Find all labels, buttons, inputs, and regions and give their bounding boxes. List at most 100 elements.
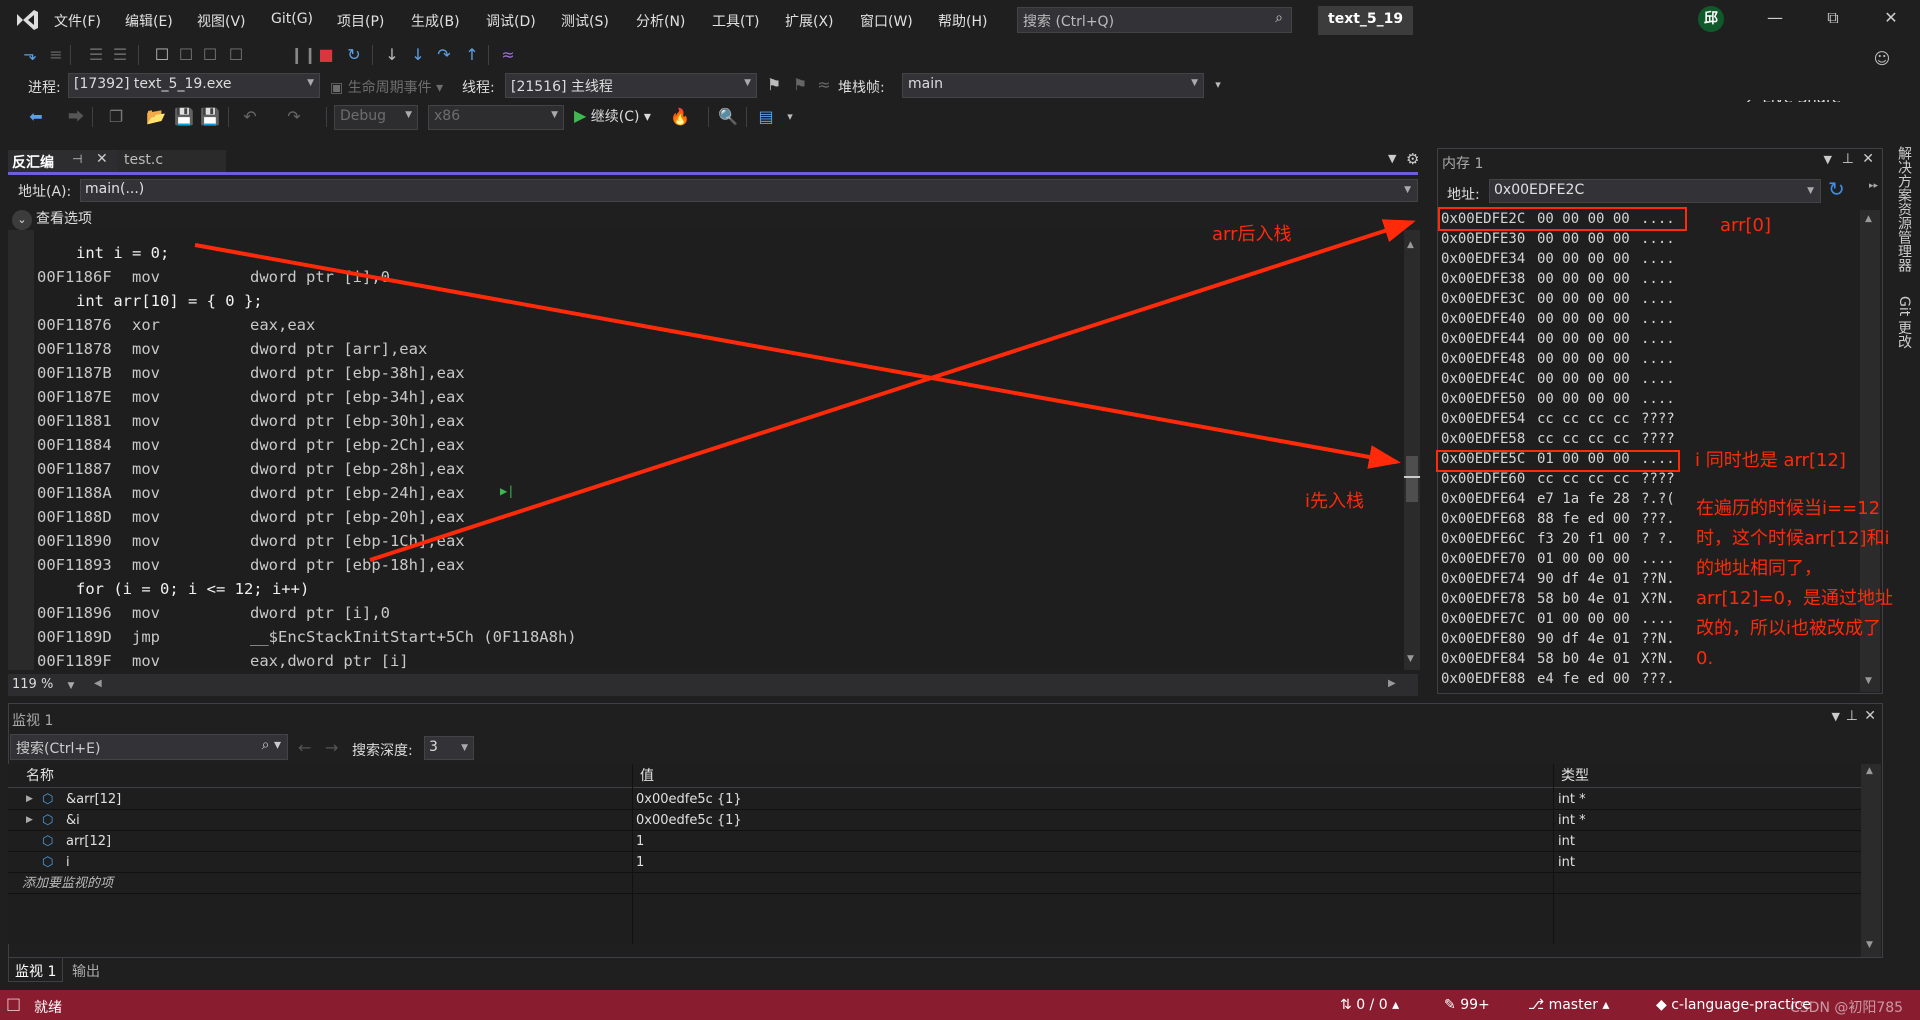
scroll-up-icon[interactable]: ▲ bbox=[1407, 240, 1414, 250]
view-options-toggle[interactable]: ⌄ 查看选项 bbox=[12, 208, 92, 230]
save-all-icon[interactable]: 💾 bbox=[200, 106, 220, 128]
navigate-back-icon[interactable]: ⬅ bbox=[26, 106, 46, 128]
watch-vertical-scrollbar[interactable]: ▲ ▼ bbox=[1861, 764, 1881, 957]
disassembly-code[interactable]: int i = 0; 00F1186F mov dword ptr [i],0 int … bbox=[34, 230, 1404, 670]
restore-icon[interactable]: ⧉ bbox=[1818, 8, 1848, 32]
notification-icon[interactable]: □ bbox=[6, 994, 21, 1013]
hot-reload-icon[interactable]: ≈ bbox=[498, 44, 518, 66]
sync-status[interactable]: ⇅ 0 / 0 ▴ bbox=[1340, 997, 1399, 1013]
flag-thread-icon[interactable]: ⚑ bbox=[764, 74, 784, 96]
step-into-icon[interactable]: ↓ bbox=[408, 44, 428, 66]
scroll-down-icon[interactable]: ▼ bbox=[1407, 654, 1414, 664]
column-name[interactable]: 名称 bbox=[20, 764, 54, 788]
disassembly-address-input[interactable]: main(...) ▼ bbox=[80, 179, 1418, 202]
process-select[interactable]: [17392] text_5_19.exe ▼ bbox=[68, 73, 320, 98]
flag-threads-icon[interactable]: ⚑ bbox=[790, 74, 810, 96]
show-threads-icon[interactable]: ≈ bbox=[814, 74, 834, 96]
close-icon[interactable]: ✕ bbox=[1876, 8, 1906, 32]
toolbar-overflow-icon[interactable]: ▾ bbox=[780, 106, 800, 128]
search-forward-icon[interactable]: → bbox=[325, 738, 338, 757]
pin-icon[interactable]: ⊥ bbox=[1846, 708, 1858, 724]
branch-selector[interactable]: ⎇ master ▴ bbox=[1528, 997, 1609, 1013]
thread-select[interactable]: [21516] 主线程 ▼ bbox=[505, 73, 757, 98]
gear-icon[interactable]: ⚙ bbox=[1406, 150, 1419, 168]
performance-profiler-icon[interactable]: 🔥 bbox=[670, 106, 690, 128]
watch-row[interactable]: ⬡ arr[12] 1 int bbox=[8, 831, 1861, 852]
add-watch-item[interactable]: 添加要监视的项 bbox=[8, 873, 1861, 894]
menu-git[interactable]: Git(G) bbox=[271, 11, 313, 27]
next-bookmark-icon[interactable]: ☐ bbox=[200, 44, 220, 66]
disassembly-vertical-scrollbar[interactable]: ▲ ▼ bbox=[1404, 230, 1420, 670]
column-type[interactable]: 类型 bbox=[1555, 764, 1589, 788]
pin-icon[interactable]: ⊣ bbox=[72, 152, 82, 166]
panel-dropdown-icon[interactable]: ▼ bbox=[1832, 710, 1840, 723]
minimize-icon[interactable]: — bbox=[1760, 8, 1790, 32]
menu-help[interactable]: 帮助(H) bbox=[938, 11, 987, 31]
step-over-icon[interactable]: ↷ bbox=[434, 44, 454, 66]
continue-button[interactable]: ▶ 继续(C) ▾ bbox=[574, 106, 651, 126]
avatar[interactable]: 邱 bbox=[1698, 6, 1724, 32]
clear-bookmarks-icon[interactable]: ☐ bbox=[226, 44, 246, 66]
open-file-icon[interactable]: 📂 bbox=[146, 106, 166, 128]
source-line[interactable]: int i = 0; bbox=[76, 241, 169, 265]
zoom-level-select[interactable]: 119 % ▼ bbox=[12, 677, 74, 692]
menu-tools[interactable]: 工具(T) bbox=[712, 11, 759, 31]
repository-selector[interactable]: ◆ c-language-practice bbox=[1656, 997, 1811, 1013]
disassembly-gutter[interactable] bbox=[8, 230, 34, 670]
watch-row[interactable]: ▶ ⬡ &arr[12] 0x00edfe5c {1} int * bbox=[8, 789, 1861, 810]
menu-extensions[interactable]: 扩展(X) bbox=[785, 11, 834, 31]
window-layout-icon[interactable]: ▤ bbox=[756, 106, 776, 128]
toolbar-overflow-icon[interactable]: ▾ bbox=[1208, 74, 1228, 96]
indent-icon[interactable]: ☰ bbox=[110, 44, 130, 66]
step-out-icon[interactable]: ↑ bbox=[462, 44, 482, 66]
scroll-right-icon[interactable]: ▶ bbox=[1388, 678, 1396, 689]
find-in-files-icon[interactable]: 🔍 bbox=[718, 106, 738, 128]
refresh-icon[interactable]: ↻ bbox=[1828, 177, 1845, 201]
lifecycle-events-button[interactable]: ▣ 生命周期事件 ▾ bbox=[330, 77, 443, 97]
expand-icon[interactable]: ▶ bbox=[26, 810, 33, 831]
close-panel-icon[interactable]: ✕ bbox=[1864, 708, 1876, 724]
show-next-statement-icon[interactable]: ⬎ bbox=[20, 44, 40, 66]
pending-changes[interactable]: ✎ 99+ bbox=[1444, 997, 1490, 1013]
undo-icon[interactable]: ↶ bbox=[240, 106, 260, 128]
panel-dropdown-icon[interactable]: ▼ bbox=[1824, 153, 1832, 166]
memory-address-input[interactable]: 0x00EDFE2C ▼ bbox=[1489, 179, 1821, 203]
stop-debugging-icon[interactable]: ■ bbox=[316, 44, 336, 66]
overflow-icon[interactable]: ▸▸ bbox=[1869, 181, 1878, 191]
scroll-thumb[interactable] bbox=[1406, 456, 1418, 502]
step-over-next-icon[interactable]: ↓ bbox=[382, 44, 402, 66]
watch-row[interactable]: ▶ ⬡ &i 0x00edfe5c {1} int * bbox=[8, 810, 1861, 831]
restart-icon[interactable]: ↻ bbox=[344, 44, 364, 66]
tab-list-dropdown-icon[interactable]: ▼ bbox=[1388, 152, 1396, 165]
stackframe-select[interactable]: main ▼ bbox=[902, 73, 1204, 98]
menu-edit[interactable]: 编辑(E) bbox=[125, 11, 173, 31]
platform-select[interactable]: x86 ▼ bbox=[428, 105, 564, 130]
expand-icon[interactable]: ▶ bbox=[26, 789, 33, 810]
bookmark-icon[interactable]: ☐ bbox=[152, 44, 172, 66]
menu-project[interactable]: 项目(P) bbox=[337, 11, 384, 31]
break-all-icon[interactable]: ❙❙ bbox=[290, 44, 317, 66]
prev-bookmark-icon[interactable]: ☐ bbox=[176, 44, 196, 66]
search-back-icon[interactable]: ← bbox=[298, 738, 311, 757]
scroll-down-icon[interactable]: ▼ bbox=[1866, 940, 1873, 950]
menu-analyze[interactable]: 分析(N) bbox=[636, 11, 685, 31]
tab-watch-1[interactable]: 监视 1 bbox=[8, 958, 64, 982]
scroll-left-icon[interactable]: ◀ bbox=[94, 678, 102, 689]
pin-icon[interactable]: ⊥ bbox=[1842, 151, 1854, 167]
menu-test[interactable]: 测试(S) bbox=[561, 11, 609, 31]
menu-debug[interactable]: 调试(D) bbox=[486, 11, 536, 31]
new-project-icon[interactable]: ❐ bbox=[106, 106, 126, 128]
close-tab-icon[interactable]: ✕ bbox=[96, 151, 108, 167]
watch-search-input[interactable]: 搜索(Ctrl+E) ⌕ ▾ bbox=[10, 734, 288, 760]
scroll-up-icon[interactable]: ▲ bbox=[1865, 214, 1872, 224]
run-to-cursor-icon[interactable]: ▶| bbox=[500, 484, 514, 498]
side-tab-solution-explorer[interactable]: 解决方案资源管理器 bbox=[1894, 146, 1914, 272]
close-panel-icon[interactable]: ✕ bbox=[1862, 151, 1874, 167]
outdent-icon[interactable]: ☰ bbox=[86, 44, 106, 66]
source-line[interactable]: int arr[10] = { 0 }; bbox=[76, 289, 263, 313]
menu-build[interactable]: 生成(B) bbox=[411, 11, 460, 31]
redo-icon[interactable]: ↷ bbox=[284, 106, 304, 128]
save-icon[interactable]: 💾 bbox=[174, 106, 194, 128]
scroll-up-icon[interactable]: ▲ bbox=[1866, 766, 1873, 776]
scroll-down-icon[interactable]: ▼ bbox=[1865, 676, 1872, 686]
